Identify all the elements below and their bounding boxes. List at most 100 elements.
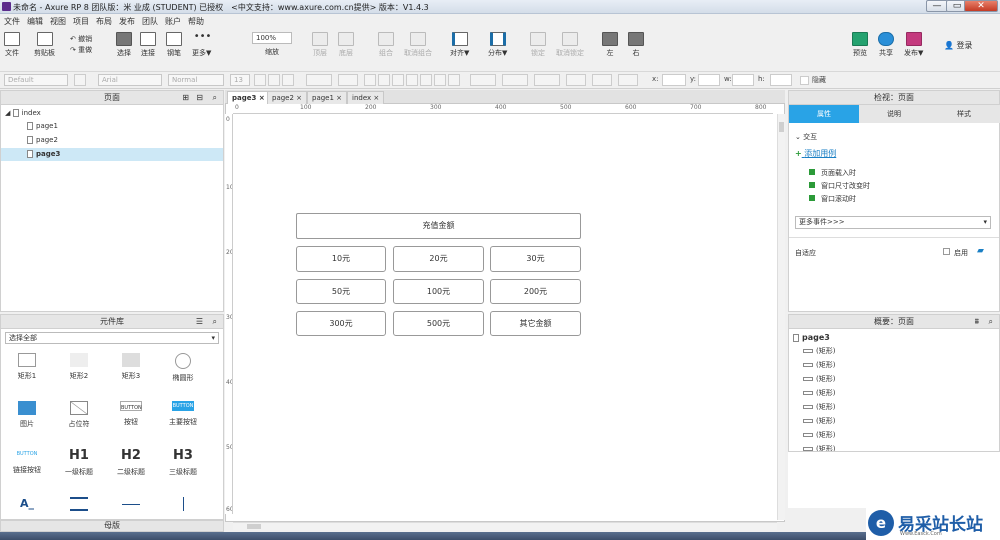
group-button[interactable]: 组合 [378,32,394,58]
tab-notes[interactable]: 说明 [859,105,929,123]
align-left-button[interactable] [364,74,376,86]
outline-root-page3[interactable]: page3 [793,333,830,342]
menu-edit[interactable]: 编辑 [27,16,43,27]
x-input[interactable] [662,74,686,86]
more-events-select[interactable]: 更多事件>>> ▾ [795,216,991,229]
tab-close-icon[interactable]: × [336,94,342,102]
amount-option-200[interactable]: 200元 [490,279,581,304]
scroll-thumb[interactable] [779,122,784,132]
share-button[interactable]: 共享 [878,32,894,58]
menu-file[interactable]: 文件 [4,16,20,27]
amount-option-20[interactable]: 20元 [393,246,484,272]
tab-page1[interactable]: page1 × [307,91,348,104]
menu-help[interactable]: 帮助 [188,16,204,27]
top-layer-button[interactable]: 顶层 [312,32,328,58]
amount-option-50[interactable]: 50元 [296,279,386,304]
list-button[interactable] [338,74,358,86]
more-button[interactable]: ••• 更多▼ [192,32,211,58]
undo-button[interactable]: ↶ 撤销 [70,34,92,44]
minimize-button[interactable]: — [926,0,948,12]
search-icon[interactable]: ⌕ [989,315,993,328]
border-color-button[interactable] [534,74,560,86]
unlock-button[interactable]: 取消锁定 [556,32,584,58]
hide-checkbox[interactable] [800,76,809,85]
close-button[interactable]: ✕ [964,0,998,12]
style-select[interactable]: Default [4,74,68,86]
widget-h1[interactable]: H1 一级标题 [59,449,99,477]
add-page-icon[interactable]: ⊞ [182,91,189,104]
outline-row[interactable]: (矩形) [803,360,835,370]
menu-team[interactable]: 团队 [142,16,158,27]
distribute-button[interactable]: 分布▼ [488,32,507,58]
file-button[interactable]: 文件 [4,32,20,58]
pen-button[interactable]: 钢笔 [166,32,182,58]
widget-h2[interactable]: H2 二级标题 [111,449,151,477]
w-input[interactable] [732,74,754,86]
add-folder-icon[interactable]: ⊟ [196,91,203,104]
search-icon[interactable]: ⌕ [213,315,217,328]
border-style-button[interactable] [592,74,612,86]
menu-publish[interactable]: 发布 [119,16,135,27]
design-canvas[interactable] [225,90,785,522]
bottom-layer-button[interactable]: 底层 [338,32,354,58]
widget-ellipse[interactable]: 椭圆形 [163,353,203,383]
size-select[interactable]: 13 [230,74,250,86]
event-window-scroll[interactable]: 窗口滚动时 [809,194,856,204]
connect-button[interactable]: 连接 [140,32,156,58]
select-button[interactable]: 选择 [116,32,132,58]
widget-text[interactable]: A_ [7,497,47,515]
outline-row[interactable]: (矩形) [803,388,835,398]
clipboard-button[interactable]: 剪贴板 [34,32,55,58]
tab-close-icon[interactable]: × [259,94,265,102]
tab-properties[interactable]: 属性 [789,105,859,123]
outline-row[interactable]: (矩形) [803,444,835,451]
amount-option-300[interactable]: 300元 [296,311,386,336]
tab-page3[interactable]: page3 × [227,91,270,104]
tab-close-icon[interactable]: × [373,94,379,102]
menu-project[interactable]: 项目 [73,16,89,27]
outline-row[interactable]: (矩形) [803,402,835,412]
enable-adaptive-checkbox[interactable] [943,248,950,255]
amount-option-100[interactable]: 100元 [393,279,484,304]
align-right-button[interactable] [392,74,404,86]
bold-button[interactable] [254,74,266,86]
widget-hline[interactable] [111,497,151,509]
widget-placeholder[interactable]: 占位符 [59,401,99,429]
widget-rect3[interactable]: 矩形3 [111,353,151,381]
outline-row[interactable]: (矩形) [803,416,835,426]
lock-button[interactable]: 锁定 [530,32,546,58]
valign-top-button[interactable] [420,74,432,86]
menu-layout[interactable]: 布局 [96,16,112,27]
fill-color-button[interactable] [470,74,496,86]
tab-style[interactable]: 样式 [929,105,999,123]
ungroup-button[interactable]: 取消组合 [404,32,432,58]
amount-option-10[interactable]: 10元 [296,246,386,272]
menu-view[interactable]: 视图 [50,16,66,27]
preview-button[interactable]: 预览 [852,32,868,58]
widget-paragraph[interactable] [59,497,99,515]
amount-option-500[interactable]: 500元 [393,311,484,336]
valign-bottom-button[interactable] [448,74,460,86]
event-page-load[interactable]: 页面载入时 [809,168,856,178]
justify-button[interactable] [406,74,418,86]
weight-select[interactable]: Normal [168,74,224,86]
tree-item-page3[interactable]: page3 [1,148,223,161]
devices-icon[interactable]: ▰ [977,246,984,256]
align-center-button[interactable] [378,74,390,86]
event-window-resize[interactable]: 窗口尺寸改变时 [809,181,870,191]
tree-item-page1[interactable]: page1 [27,122,58,130]
h-input[interactable] [770,74,792,86]
underline-button[interactable] [282,74,294,86]
widget-primary-button[interactable]: BUTTON 主要按钮 [163,401,203,427]
tab-index[interactable]: index × [347,91,385,104]
amount-option-30[interactable]: 30元 [490,246,581,272]
tree-item-index[interactable]: ◢ index [5,109,41,117]
zoom-select[interactable]: 100% [252,32,292,44]
library-filter-select[interactable]: 选择全部 ▾ [5,332,219,344]
search-icon[interactable]: ⌕ [213,91,217,104]
shadow-button[interactable] [502,74,528,86]
border-width-button[interactable] [566,74,586,86]
italic-button[interactable] [268,74,280,86]
add-case-link[interactable]: + 添加用例 [795,148,836,159]
amount-option-other[interactable]: 其它金额 [490,311,581,336]
